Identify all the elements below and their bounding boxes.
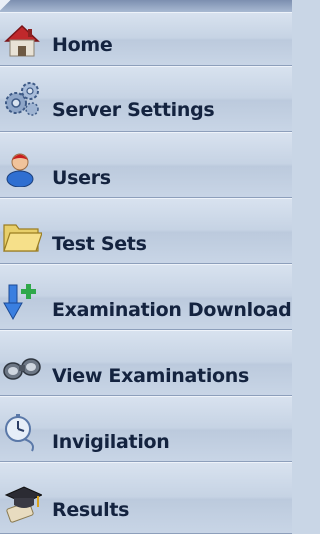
nav-item-label: Home xyxy=(52,34,113,56)
nav-item-label: Examination Download xyxy=(52,299,292,321)
nav-item-label: View Examinations xyxy=(52,365,250,387)
nav-item-label: Server Settings xyxy=(52,99,215,121)
folder-icon xyxy=(3,224,42,252)
nav-item-view-examinations[interactable]: View Examinations xyxy=(0,330,292,396)
nav-item-home[interactable]: Home xyxy=(0,12,292,66)
user-icon xyxy=(6,153,34,187)
nav-item-label: Users xyxy=(52,167,111,189)
home-icon xyxy=(4,24,40,57)
stopwatch-icon xyxy=(5,414,34,452)
nav-item-users[interactable]: Users xyxy=(0,132,292,198)
navigation-panel: Home Server Settings Users Test Sets Exa… xyxy=(0,0,292,534)
nav-item-invigilation[interactable]: Invigilation xyxy=(0,396,292,462)
nav-item-examination-download[interactable]: Examination Download xyxy=(0,264,292,330)
nav-item-results[interactable]: Results xyxy=(0,462,292,534)
download-icon xyxy=(3,284,36,321)
nav-item-label: Results xyxy=(52,499,130,521)
binoculars-icon xyxy=(3,358,41,380)
graduation-cap-icon xyxy=(4,486,42,523)
nav-item-label: Test Sets xyxy=(52,233,147,255)
nav-item-server-settings[interactable]: Server Settings xyxy=(0,66,292,132)
nav-item-label: Invigilation xyxy=(52,431,170,453)
server-settings-icon xyxy=(5,82,39,116)
nav-item-test-sets[interactable]: Test Sets xyxy=(0,198,292,264)
